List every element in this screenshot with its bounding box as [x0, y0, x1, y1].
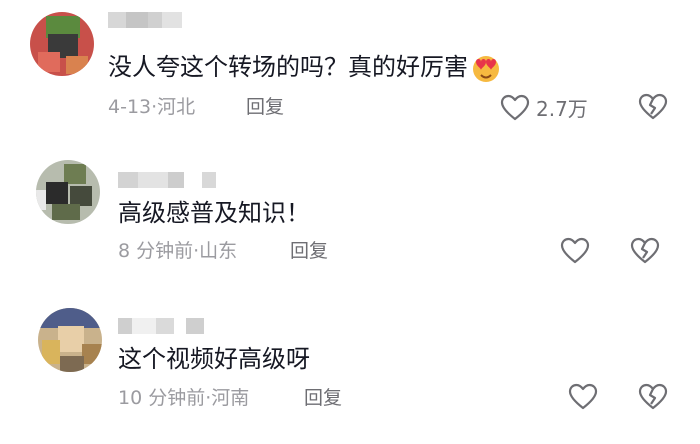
- comment-meta: 10 分钟前·河南: [118, 387, 250, 409]
- comment-meta: 8 分钟前·山东: [118, 240, 238, 262]
- like-button[interactable]: [568, 383, 604, 411]
- comment-text: 没人夸这个转场的吗？真的好厉害: [108, 52, 502, 83]
- username-blurred[interactable]: [118, 172, 216, 190]
- like-button[interactable]: 2.7万: [500, 93, 588, 122]
- avatar[interactable]: [36, 160, 100, 224]
- username-blurred[interactable]: [108, 12, 182, 30]
- comment-text: 这个视频好高级呀: [118, 345, 310, 373]
- heart-outline-icon: [500, 94, 530, 122]
- dislike-broken-heart-icon[interactable]: [638, 383, 668, 411]
- comment-text: 高级感普及知识！: [118, 199, 310, 227]
- reply-button[interactable]: 回复: [290, 239, 328, 263]
- dislike-broken-heart-icon[interactable]: [630, 237, 660, 265]
- heart-eyes-emoji-icon: [470, 53, 502, 83]
- avatar[interactable]: [38, 308, 102, 372]
- heart-outline-icon: [560, 237, 590, 265]
- reply-button[interactable]: 回复: [246, 95, 284, 119]
- like-button[interactable]: [560, 237, 596, 265]
- heart-outline-icon: [568, 383, 598, 411]
- avatar[interactable]: [30, 12, 94, 76]
- comment-meta: 4-13·河北: [108, 96, 196, 118]
- reply-button[interactable]: 回复: [304, 386, 342, 410]
- dislike-broken-heart-icon[interactable]: [638, 93, 668, 121]
- like-count: 2.7万: [536, 97, 588, 121]
- username-blurred[interactable]: [118, 318, 204, 336]
